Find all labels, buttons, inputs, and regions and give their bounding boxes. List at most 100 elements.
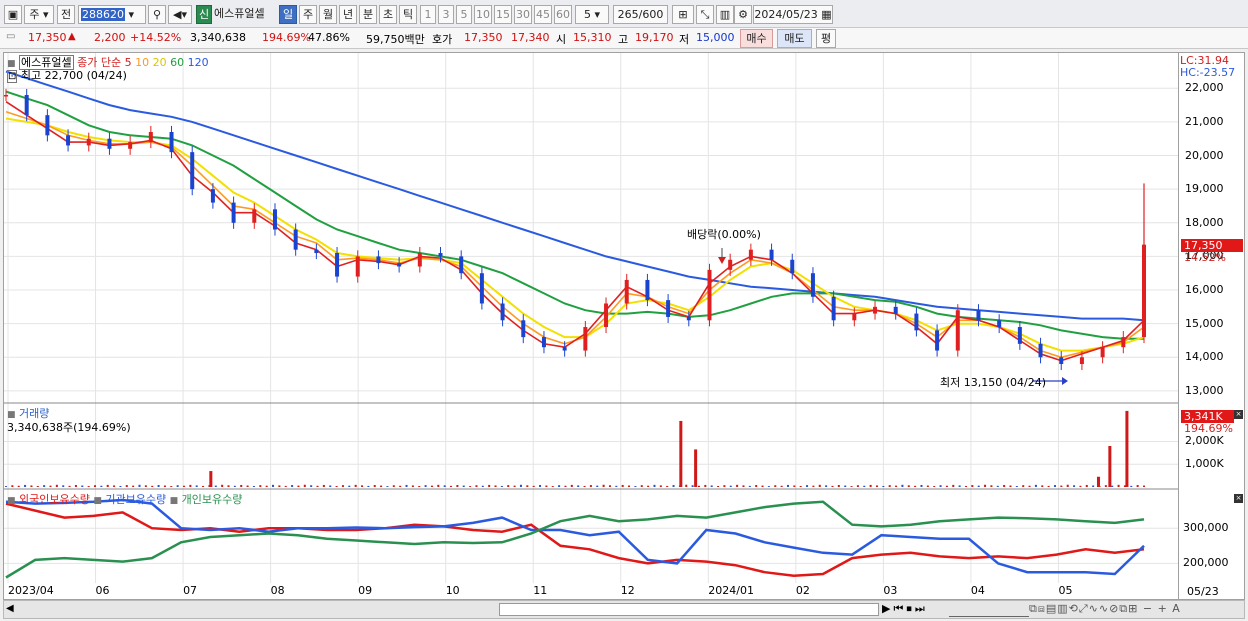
volume-bar (151, 485, 154, 487)
volume-bar (443, 485, 446, 487)
volume-bar (119, 485, 122, 487)
volume-last-pct: 194.69% (1184, 422, 1233, 435)
high-value: 19,170 (635, 31, 674, 44)
date-field[interactable]: 2024/05/23 ▦ (753, 5, 833, 24)
volume-bar (341, 485, 344, 487)
low-note: 최저 13,150 (04/24) (940, 376, 1047, 389)
volume-bar (163, 485, 166, 487)
legend-square-icon: ■ (93, 496, 102, 506)
volume-bar (1009, 485, 1012, 487)
panel-close-icon[interactable]: × (1234, 410, 1243, 419)
volume-bar (418, 485, 421, 487)
minute-opt-30[interactable]: 30 (514, 5, 532, 24)
tab-tick[interactable]: 틱 (399, 5, 417, 24)
volume-bar (1003, 484, 1006, 487)
tab-month[interactable]: 월 (319, 5, 337, 24)
window-icon[interactable]: ▣ (4, 5, 22, 24)
volume-bar (259, 485, 262, 487)
volume-bar (373, 485, 376, 487)
volume-bar (570, 484, 573, 487)
gear-icon[interactable]: ⚙ (734, 5, 752, 24)
candle-body (914, 313, 919, 331)
ma-line-20 (5, 117, 1145, 352)
interval-value: 5 (583, 8, 591, 21)
scrollbar[interactable]: ◀ ▶⏮⏹⏭ ⧉⧈▤▥⟲⤢∿∿⊘⧉⊞ − + A (3, 600, 1245, 619)
chart-area[interactable]: ■ 에스퓨얼셀 종가 단순 5 10 20 60 120 ⊡ 최고 22,700… (3, 52, 1179, 600)
x-end-label: 05/23 (1187, 585, 1219, 598)
minute-opt-60[interactable]: 60 (554, 5, 572, 24)
volume-bar (659, 485, 662, 487)
panel-close-icon[interactable]: × (1234, 494, 1243, 503)
volume-bar (977, 485, 980, 487)
x-tick-label: 04 (970, 584, 985, 597)
buy-button[interactable]: 매수 (740, 29, 773, 48)
eval-button[interactable]: 평 (816, 29, 836, 48)
volume-bar (742, 485, 745, 487)
volume-bar (952, 484, 955, 487)
volume-bar (748, 485, 751, 487)
volume-bar (68, 485, 71, 487)
bid-label: 호가 (432, 33, 453, 46)
volume-bar (138, 484, 141, 487)
search-icon[interactable]: ⚲ (148, 5, 166, 24)
tools-icon[interactable]: ⧉⧈▤▥⟲⤢∿∿⊘⧉⊞ − + A (1029, 602, 1181, 616)
candle-body (376, 256, 381, 264)
tab-second[interactable]: 초 (379, 5, 397, 24)
volume-bar (850, 486, 853, 487)
zoom-slider[interactable] (949, 602, 1029, 617)
candle-body (604, 303, 609, 328)
speaker-icon[interactable]: ◀▾ (168, 5, 192, 24)
stock-code-input[interactable]: 288620 ▾ (78, 5, 146, 24)
volume-bar (74, 485, 77, 487)
tab-year[interactable]: 년 (339, 5, 357, 24)
volume-bar (291, 485, 294, 487)
compare-icon[interactable]: ▥ (716, 5, 734, 24)
tab-week[interactable]: 주 (299, 5, 317, 24)
expand-icon[interactable]: ▭ (6, 31, 15, 42)
price-basis-button[interactable]: 전 (57, 5, 75, 24)
volume-bar (812, 485, 815, 487)
candle-body (148, 131, 153, 143)
x-tick-label: 12 (620, 584, 635, 597)
scroll-thumb[interactable] (499, 603, 879, 616)
candle-body (107, 138, 112, 149)
new-badge: 신 (196, 5, 212, 24)
interval-select[interactable]: 5 ▾ (575, 5, 609, 24)
minute-opt-45[interactable]: 45 (534, 5, 552, 24)
nav-buttons-icon[interactable]: ▶⏮⏹⏭ (882, 602, 928, 616)
volume-bar (94, 485, 97, 487)
scroll-left-icon[interactable]: ◀ (6, 603, 14, 614)
minute-opt-3[interactable]: 3 (438, 5, 454, 24)
volume-bar (678, 485, 681, 487)
candle-body (500, 303, 505, 321)
volume-bar (113, 485, 116, 487)
minute-opt-10[interactable]: 10 (474, 5, 492, 24)
volume-bar (532, 485, 535, 487)
volume-bar (869, 484, 872, 487)
pin-icon[interactable]: ⊡ (7, 70, 18, 83)
minute-opt-5[interactable]: 5 (456, 5, 472, 24)
volume-bar (608, 485, 611, 487)
candle-body (873, 306, 878, 314)
volume-bar (856, 485, 859, 487)
volume-bar (100, 485, 103, 487)
draw-icon[interactable]: ⤡ (696, 5, 714, 24)
volume-bar (786, 484, 789, 487)
volume-bar (284, 485, 287, 487)
count-field[interactable]: 265/600 (613, 5, 668, 24)
minute-opt-15[interactable]: 15 (494, 5, 512, 24)
volume-bar (221, 484, 224, 487)
candle-body (24, 94, 29, 116)
holdings-line-foreign (5, 502, 1145, 577)
candle-body (1017, 327, 1022, 344)
tab-day[interactable]: 일 (279, 5, 297, 24)
sell-button[interactable]: 매도 (777, 29, 812, 48)
minute-opt-1[interactable]: 1 (420, 5, 436, 24)
tab-minute[interactable]: 분 (359, 5, 377, 24)
candle-icon[interactable]: ⊞ (672, 5, 694, 24)
legend-ma60: 60 (170, 56, 185, 69)
volume-bar (621, 484, 624, 487)
x-tick-label: 03 (883, 584, 898, 597)
period-unit-select[interactable]: 주 ▾ (24, 5, 54, 24)
volume-bar (30, 485, 33, 487)
